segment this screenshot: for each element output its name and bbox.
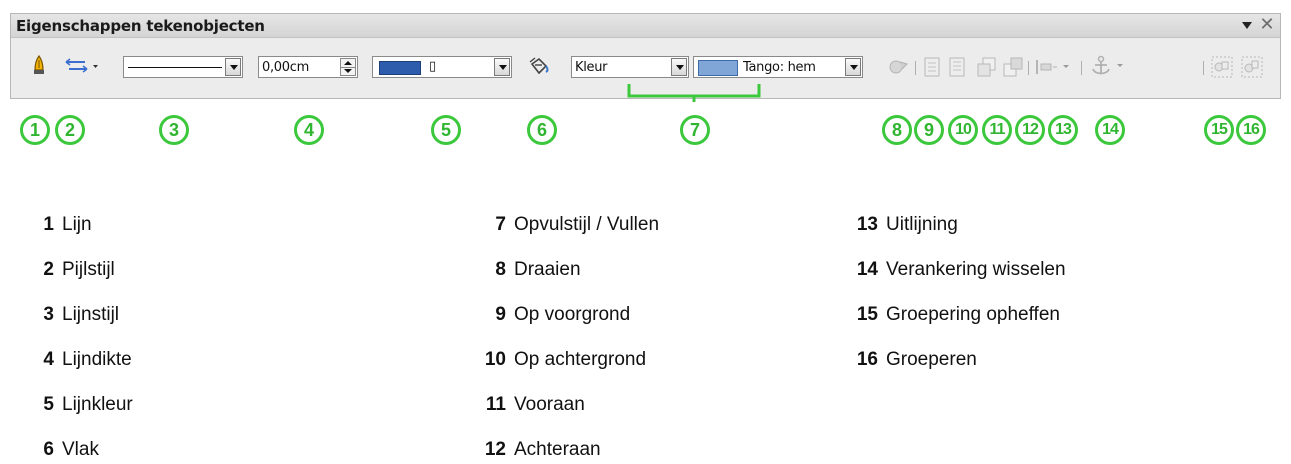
separator (1081, 61, 1082, 75)
spin-stepper[interactable] (340, 58, 356, 76)
legend-item: 4 Lijndikte (43, 349, 132, 370)
callout-11: 11 (982, 115, 1012, 145)
legend-item: 16 Groeperen (856, 349, 977, 370)
callout-1: 1 (20, 115, 50, 145)
legend-item: 1 Lijn (43, 214, 92, 235)
callout-3: 3 (159, 115, 189, 145)
line-width-spinbox[interactable]: 0,00cm (258, 56, 358, 78)
line-color-label: ▯ (429, 59, 436, 74)
rotate-icon[interactable] (885, 55, 911, 79)
area-style-select[interactable]: Kleur (571, 56, 689, 78)
ungroup-icon[interactable] (1210, 55, 1234, 79)
legend-item: 8 Draaien (495, 259, 581, 280)
anchor-icon[interactable] (1089, 54, 1131, 78)
line-style-preview (128, 67, 222, 68)
group-icon[interactable] (1240, 55, 1264, 79)
fill-color-label: Tango: hem (743, 60, 816, 75)
legend-item: 11 Vooraan (485, 394, 585, 415)
callout-13: 13 (1048, 115, 1078, 145)
to-foreground-icon[interactable] (921, 55, 943, 79)
fill-color-swatch (698, 60, 738, 76)
legend-item: 10 Op achtergrond (484, 349, 647, 370)
toolbar-menu-icon[interactable] (1240, 18, 1254, 32)
separator (1028, 61, 1029, 75)
legend-item: 13 Uitlijning (856, 214, 958, 235)
legend-item: 5 Lijnkleur (43, 394, 133, 415)
callout-8: 8 (882, 115, 912, 145)
legend-item: 9 Op voorgrond (495, 304, 631, 325)
separator (1203, 61, 1204, 75)
callout-14: 14 (1095, 115, 1125, 145)
callout-6: 6 (527, 115, 557, 145)
callout-5: 5 (431, 115, 461, 145)
close-icon[interactable]: ✕ (1259, 15, 1275, 33)
chevron-down-icon[interactable] (671, 58, 687, 76)
callout-7: 7 (680, 115, 710, 145)
callout-12: 12 (1015, 115, 1045, 145)
callout-4: 4 (294, 115, 324, 145)
chevron-down-icon[interactable] (845, 58, 861, 76)
legend-item: 2 Pijlstijl (43, 259, 115, 280)
separator (915, 61, 916, 75)
bring-to-front-icon[interactable] (975, 55, 999, 79)
legend-item: 15 Groepering opheffen (856, 304, 1060, 325)
legend-item: 14 Verankering wisselen (856, 259, 1066, 280)
chevron-down-icon[interactable] (225, 58, 241, 76)
to-background-icon[interactable] (946, 55, 968, 79)
line-color-select[interactable]: ▯ (372, 56, 512, 78)
line-style-select[interactable] (123, 56, 243, 78)
fill-select[interactable]: Tango: hem (693, 56, 863, 78)
line-button[interactable] (30, 54, 48, 78)
arrow-style-button[interactable] (63, 57, 99, 75)
callout-15: 15 (1204, 115, 1234, 145)
send-to-back-icon[interactable] (1001, 55, 1025, 79)
area-button[interactable] (527, 56, 551, 78)
line-width-value: 0,00cm (262, 60, 309, 75)
legend-item: 3 Lijnstijl (43, 304, 120, 325)
toolbar-title: Eigenschappen tekenobjecten (16, 17, 265, 35)
legend-item: 7 Opvulstijl / Vullen (495, 214, 660, 235)
alignment-icon[interactable] (1033, 55, 1073, 79)
callout-2: 2 (55, 115, 85, 145)
legend-item: 6 Vlak (43, 439, 99, 460)
bracket-7 (627, 84, 761, 102)
area-style-value: Kleur (575, 60, 608, 75)
callout-9: 9 (914, 115, 944, 145)
callout-10: 10 (948, 115, 978, 145)
callout-16: 16 (1236, 115, 1266, 145)
toolbar-titlebar[interactable]: Eigenschappen tekenobjecten ✕ (11, 14, 1280, 38)
chevron-down-icon[interactable] (494, 58, 510, 76)
legend-item: 12 Achteraan (484, 439, 601, 460)
line-color-swatch (379, 61, 421, 75)
